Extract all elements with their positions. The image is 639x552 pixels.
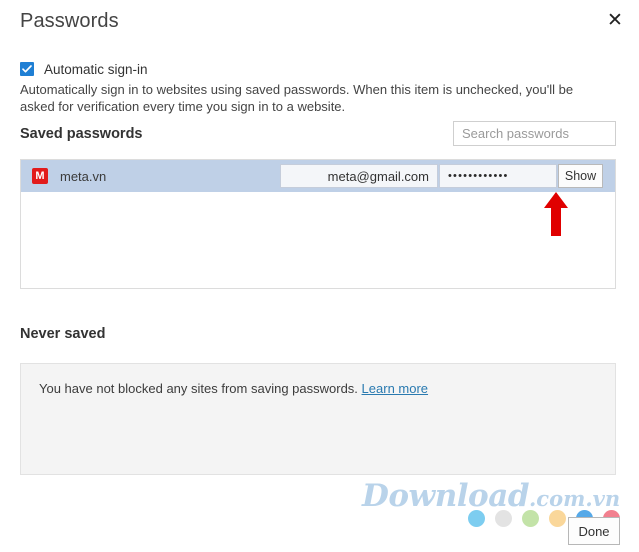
never-saved-heading: Never saved (20, 326, 106, 342)
username-field[interactable] (280, 164, 438, 188)
color-dot (522, 510, 539, 527)
never-saved-box: You have not blocked any sites from savi… (20, 363, 616, 475)
watermark: Download.com.vn (362, 478, 620, 514)
never-saved-message: You have not blocked any sites from savi… (39, 381, 428, 396)
close-icon[interactable]: ✕ (599, 4, 631, 36)
saved-passwords-heading: Saved passwords (20, 126, 143, 142)
automatic-signin-label: Automatic sign-in (44, 61, 148, 77)
done-button[interactable]: Done (568, 517, 620, 545)
color-dot (468, 510, 485, 527)
color-dot (549, 510, 566, 527)
color-dot (495, 510, 512, 527)
automatic-signin-description: Automatically sign in to websites using … (20, 82, 574, 114)
never-saved-message-text: You have not blocked any sites from savi… (39, 381, 358, 396)
table-row[interactable]: M meta.vn Show (21, 160, 615, 192)
watermark-tld: .com.vn (529, 486, 621, 511)
site-favicon-icon: M (32, 168, 48, 184)
search-input[interactable] (453, 121, 616, 146)
watermark-main: Download (362, 478, 530, 514)
password-field[interactable] (439, 164, 557, 188)
site-name: meta.vn (60, 168, 107, 184)
show-password-button[interactable]: Show (558, 164, 603, 188)
dialog-header: Passwords ✕ (0, 0, 639, 42)
automatic-signin-row[interactable]: Automatic sign-in (20, 60, 148, 78)
page-title: Passwords (20, 10, 119, 32)
saved-passwords-list: M meta.vn Show (20, 159, 616, 289)
checkmark-icon (22, 65, 32, 73)
automatic-signin-checkbox[interactable] (20, 62, 34, 76)
learn-more-link[interactable]: Learn more (362, 381, 428, 396)
